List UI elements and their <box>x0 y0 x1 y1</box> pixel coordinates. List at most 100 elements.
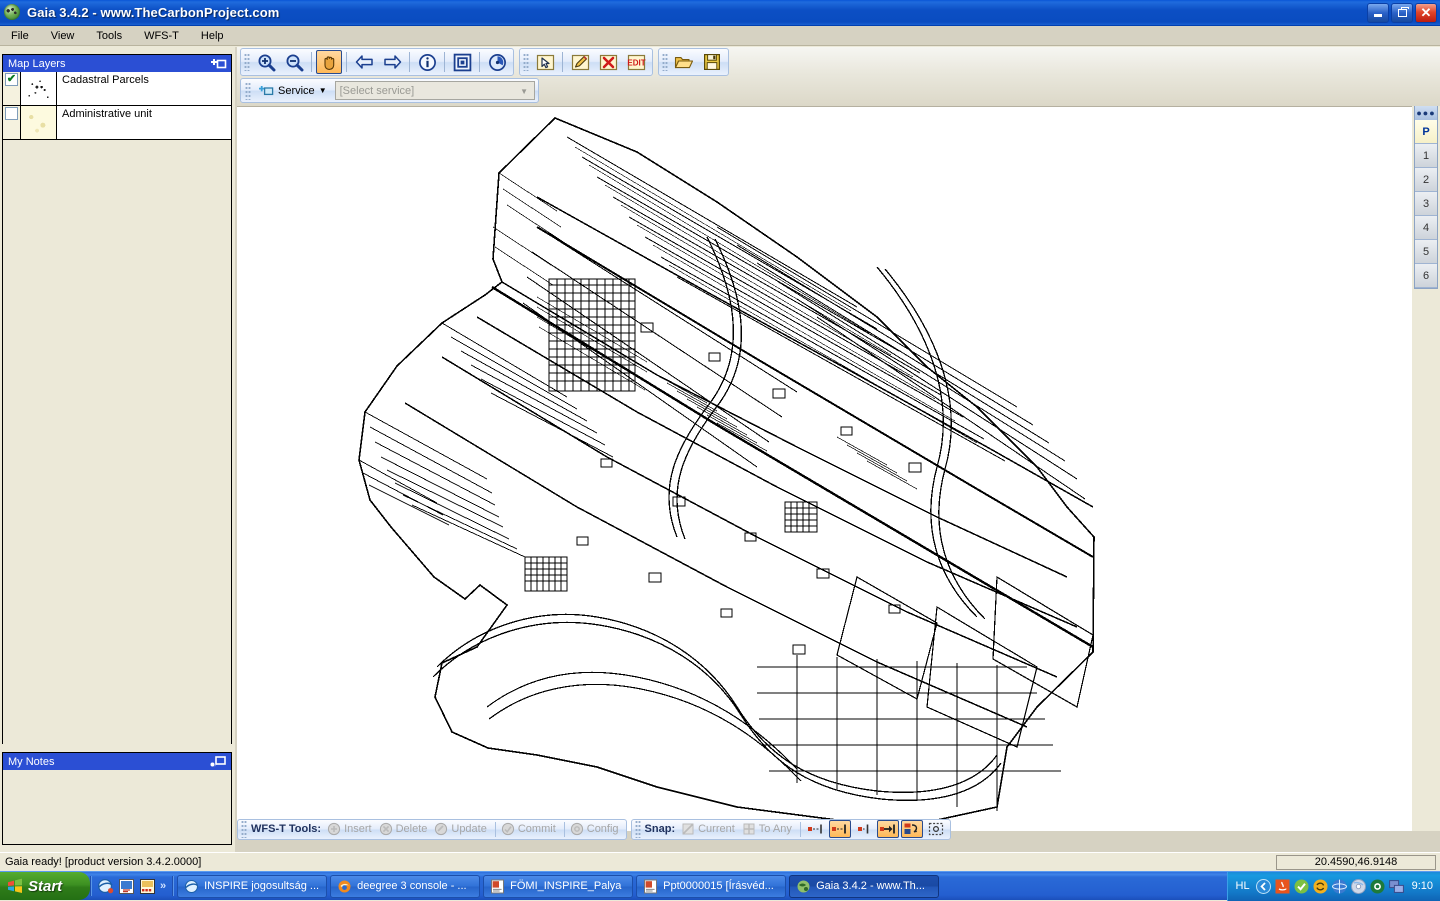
java-tray-icon[interactable] <box>1275 879 1290 894</box>
edit-attributes-icon[interactable]: EDIT <box>623 50 649 74</box>
toolbar-gripper[interactable] <box>241 820 247 838</box>
open-folder-icon[interactable] <box>671 50 697 74</box>
snap-segment-icon[interactable] <box>828 820 851 838</box>
chevron-down-icon[interactable]: ▼ <box>517 84 532 98</box>
pan-hand-icon[interactable] <box>316 50 342 74</box>
wfst-update-button[interactable]: Update <box>432 822 491 836</box>
map-layers-panel: Map Layers Cadastral Parcels <box>2 54 232 761</box>
toolbar-row-primary: EDIT <box>237 47 1440 77</box>
refresh-globe-icon[interactable] <box>484 50 510 74</box>
wfst-delete-button[interactable]: Delete <box>377 822 433 836</box>
maximize-button[interactable] <box>1391 2 1413 23</box>
service-toolbar-group: Service ▼ [Select service] ▼ <box>240 78 539 103</box>
start-button[interactable]: Start <box>0 872 90 900</box>
tab-grip-icon[interactable]: ●●● <box>1415 106 1437 120</box>
snap-to-any-button[interactable]: To Any <box>740 822 797 836</box>
snap-settings-icon[interactable] <box>900 820 923 838</box>
snap-node-icon[interactable] <box>853 820 875 838</box>
cd-tray-icon[interactable] <box>1350 878 1366 894</box>
menu-help[interactable]: Help <box>190 28 235 44</box>
toolbar-gripper[interactable] <box>523 53 529 71</box>
taskbar-clock[interactable]: 9:10 <box>1412 880 1433 892</box>
task-button-active[interactable]: Gaia 3.4.2 - www.Th... <box>789 874 940 898</box>
right-tab-3[interactable]: 3 <box>1415 192 1437 216</box>
snap-current-icon <box>681 822 695 836</box>
layer-visibility-toggle[interactable] <box>3 106 21 139</box>
forward-arrow-icon[interactable] <box>379 50 405 74</box>
wfst-insert-button[interactable]: Insert <box>325 822 377 836</box>
quick-launch-more-icon[interactable]: » <box>160 880 166 892</box>
powerpoint-window-icon <box>643 879 658 894</box>
my-notes-panel: My Notes <box>2 752 232 845</box>
task-button[interactable]: deegree 3 console - ... <box>330 874 481 898</box>
toolbar-separator <box>311 52 312 72</box>
snap-extent-icon[interactable] <box>925 820 947 838</box>
wfst-commit-button[interactable]: Commit <box>499 822 561 836</box>
close-button[interactable]: ✕ <box>1415 2 1437 23</box>
right-tab-6[interactable]: 6 <box>1415 264 1437 288</box>
right-tab-1[interactable]: 1 <box>1415 144 1437 168</box>
update-tray-icon[interactable] <box>1313 879 1328 894</box>
toolbar-gripper[interactable] <box>244 53 250 71</box>
add-note-icon[interactable] <box>208 754 228 769</box>
ie-launch-icon[interactable] <box>97 878 114 895</box>
toolbar-gripper[interactable] <box>245 81 251 100</box>
tray-chevron-icon[interactable] <box>1255 878 1271 894</box>
toolbar-gripper[interactable] <box>662 53 668 71</box>
snap-current-button[interactable]: Current <box>679 822 740 836</box>
toolbar-gripper[interactable] <box>634 820 641 838</box>
toolbar-separator <box>409 52 410 72</box>
toolbar-separator <box>494 821 496 837</box>
save-disk-icon[interactable] <box>699 50 725 74</box>
service-select[interactable]: [Select service] ▼ <box>334 81 535 100</box>
wfst-config-label: Config <box>586 823 619 835</box>
menu-tools[interactable]: Tools <box>85 28 133 44</box>
chevron-down-icon: ▼ <box>318 86 327 95</box>
zoom-in-icon[interactable] <box>253 50 279 74</box>
snap-end-left-icon[interactable] <box>805 820 827 838</box>
wfst-config-button[interactable]: Config <box>568 822 624 836</box>
layer-list: Cadastral Parcels Administrative unit <box>3 72 231 761</box>
right-tab-5[interactable]: 5 <box>1415 240 1437 264</box>
network-tray-icon[interactable] <box>1331 879 1347 894</box>
zoom-out-icon[interactable] <box>281 50 307 74</box>
back-arrow-icon[interactable] <box>351 50 377 74</box>
layer-row[interactable]: Administrative unit <box>3 106 231 140</box>
snap-vertex-icon[interactable] <box>876 820 899 838</box>
map-canvas[interactable] <box>237 106 1412 831</box>
add-layer-icon[interactable] <box>208 56 228 71</box>
display-tray-icon[interactable] <box>1388 879 1404 894</box>
checkbox-checked-icon[interactable] <box>5 73 18 86</box>
layer-visibility-toggle[interactable] <box>3 72 21 105</box>
delete-feature-icon[interactable] <box>595 50 621 74</box>
wfst-insert-label: Insert <box>344 823 372 835</box>
edit-pencil-icon[interactable] <box>567 50 593 74</box>
task-button[interactable]: INSPIRE jogosultság ... <box>177 874 328 898</box>
menu-file[interactable]: File <box>0 28 40 44</box>
powerpoint-window-icon <box>490 879 505 894</box>
show-desktop-icon[interactable] <box>118 878 135 895</box>
task-button[interactable]: FÖMI_INSPIRE_Palya <box>483 874 634 898</box>
window-title: Gaia 3.4.2 - www.TheCarbonProject.com <box>27 5 280 20</box>
checkbox-unchecked-icon[interactable] <box>5 107 18 120</box>
zoom-full-extent-icon[interactable] <box>449 50 475 74</box>
language-indicator[interactable]: HL <box>1236 880 1250 892</box>
check-tray-icon[interactable] <box>1294 879 1309 894</box>
antivirus-tray-icon[interactable] <box>1370 879 1385 894</box>
add-service-button[interactable]: Service ▼ <box>253 83 331 99</box>
my-notes-content[interactable] <box>3 770 231 844</box>
wfst-delete-label: Delete <box>395 823 428 835</box>
media-launch-icon[interactable] <box>139 878 156 895</box>
gaia-window-icon <box>796 879 811 894</box>
select-feature-icon[interactable] <box>532 50 558 74</box>
task-button[interactable]: Ppt0000015 [Írásvéd... <box>636 874 787 898</box>
layer-row[interactable]: Cadastral Parcels <box>3 72 231 106</box>
right-tab-2[interactable]: 2 <box>1415 168 1437 192</box>
menu-view[interactable]: View <box>40 28 86 44</box>
right-tab-4[interactable]: 4 <box>1415 216 1437 240</box>
identify-info-icon[interactable] <box>414 50 440 74</box>
snap-to-any-label: To Any <box>758 823 792 835</box>
menu-wfs-t[interactable]: WFS-T <box>133 28 190 44</box>
right-tab-p[interactable]: P <box>1415 120 1437 144</box>
minimize-button[interactable] <box>1367 2 1389 23</box>
